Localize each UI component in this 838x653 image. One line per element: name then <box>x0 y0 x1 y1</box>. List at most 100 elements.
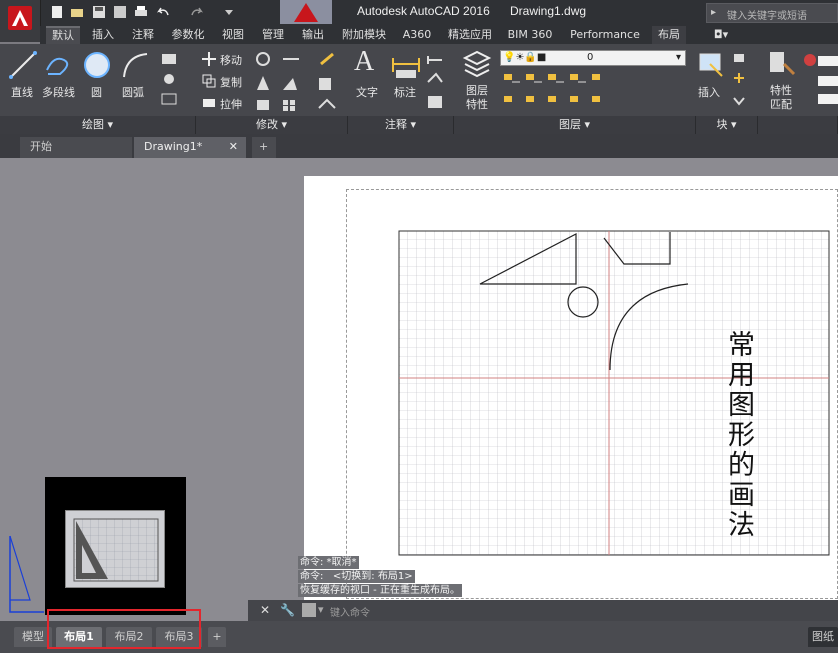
add-layout-button[interactable]: + <box>208 627 226 647</box>
tab-layout[interactable]: 布局 <box>652 26 686 44</box>
wrench-icon[interactable]: 🔧 <box>280 603 295 617</box>
tab-drawing1-label: Drawing1* <box>144 140 203 153</box>
search-placeholder: 键入关键字或短语 <box>727 11 807 22</box>
ribbon-panel: 直线 多段线 圆 圆弧 绘图 ▾ 移动 复制 拉伸 修改 ▾ A 文字 标注 注… <box>0 44 838 135</box>
tab-start[interactable]: 开始 <box>20 137 132 158</box>
copy-label[interactable]: 复制 <box>220 74 242 90</box>
command-prompt-icon[interactable] <box>302 603 316 617</box>
layer-properties-label-2: 特性 <box>466 98 488 111</box>
command-line[interactable]: ✕ 🔧 ▾ 键入命令 <box>248 600 838 622</box>
preview-sheet <box>65 510 165 588</box>
open-file-icon[interactable] <box>70 5 84 19</box>
match-properties-icon[interactable] <box>766 50 796 80</box>
new-file-icon[interactable] <box>50 5 64 19</box>
circle-label: 圆 <box>91 86 102 99</box>
tab-manage[interactable]: 管理 <box>258 26 288 44</box>
block-tools-icon[interactable] <box>732 52 748 108</box>
new-tab-button[interactable]: + <box>252 137 276 158</box>
modify-panel-title[interactable]: 修改 ▾ <box>196 116 348 134</box>
command-history-line: 恢复缓存的视口 - 正在重生成布局。 <box>298 584 462 597</box>
match-label-2: 匹配 <box>770 98 792 111</box>
highlight-box <box>47 609 201 649</box>
tab-bim360[interactable]: BIM 360 <box>504 26 556 44</box>
property-swatches-icon[interactable] <box>800 50 838 110</box>
plot-icon[interactable] <box>134 5 148 19</box>
vertical-title-text: 常用图形的画法 <box>723 330 754 540</box>
viewport-grid[interactable] <box>398 230 830 556</box>
modify-tools-icon[interactable] <box>255 52 345 112</box>
dimension-icon[interactable] <box>390 52 422 80</box>
text-label: 文字 <box>356 86 378 99</box>
ucs-icon <box>9 535 44 613</box>
tab-insert[interactable]: 插入 <box>88 26 118 44</box>
ribbon-minimize-icon[interactable]: ◘▾ <box>706 26 736 44</box>
tab-featured-apps[interactable]: 精选应用 <box>444 26 496 44</box>
command-history-line: 命令: <切换到: 布局1> <box>298 570 415 583</box>
close-icon[interactable]: ✕ <box>229 137 238 157</box>
layers-panel-title-text: 图层 <box>558 118 581 131</box>
application-menu-button[interactable] <box>0 0 41 42</box>
stretch-icon[interactable] <box>202 96 216 110</box>
chevron-down-icon: ▾ <box>675 52 681 63</box>
text-icon[interactable]: A <box>354 46 374 78</box>
save-icon[interactable] <box>92 5 106 19</box>
autocad-logo-icon <box>8 6 32 30</box>
arc-label: 圆弧 <box>122 86 144 99</box>
tab-addins[interactable]: 附加模块 <box>338 26 390 44</box>
paper-space-toggle[interactable]: 图纸 <box>808 627 838 647</box>
tab-annotate[interactable]: 注释 <box>128 26 158 44</box>
command-history-line: 命令: *取消* <box>298 556 359 569</box>
customize-qat-icon[interactable] <box>222 5 236 19</box>
insert-block-icon[interactable] <box>696 50 726 80</box>
tab-view[interactable]: 视图 <box>218 26 248 44</box>
tab-default[interactable]: 默认 <box>46 26 80 44</box>
layer-properties-icon[interactable] <box>462 50 492 80</box>
modify-panel-title-text: 修改 <box>255 118 278 131</box>
stretch-label[interactable]: 拉伸 <box>220 96 242 112</box>
dimension-label: 标注 <box>394 86 416 99</box>
draw-panel-title[interactable]: 绘图 ▾ <box>0 116 196 134</box>
match-label-1: 特性 <box>770 84 792 97</box>
command-input[interactable]: 键入命令 <box>330 604 370 619</box>
copy-icon[interactable] <box>202 74 216 88</box>
draw-panel-title-text: 绘图 <box>81 118 104 131</box>
save-as-icon[interactable] <box>113 5 127 19</box>
annotation-panel-title[interactable]: 注释 ▾ <box>348 116 454 134</box>
tab-drawing1[interactable]: Drawing1* ✕ <box>134 137 246 158</box>
tab-output[interactable]: 输出 <box>298 26 328 44</box>
annotation-small-tools-icon[interactable] <box>426 52 446 112</box>
polyline-icon[interactable] <box>44 50 74 80</box>
app-title: Autodesk AutoCAD 2016 <box>357 4 490 18</box>
block-panel-title-text: 块 <box>716 118 728 131</box>
properties-panel-title[interactable] <box>758 116 838 134</box>
tab-performance[interactable]: Performance <box>562 26 648 44</box>
redo-icon[interactable] <box>190 5 204 19</box>
block-panel-title[interactable]: 块 ▾ <box>696 116 758 134</box>
undo-icon[interactable] <box>156 5 170 19</box>
insert-label: 插入 <box>698 86 720 99</box>
line-icon[interactable] <box>8 50 38 80</box>
layer-tools-icon[interactable] <box>502 72 612 112</box>
tab-parametric[interactable]: 参数化 <box>168 26 208 44</box>
layer-properties-label: 图层 特性 <box>466 84 488 112</box>
move-icon[interactable] <box>202 52 216 66</box>
circle-icon[interactable] <box>82 50 112 80</box>
layer-state-icons: 💡☀🔒■ <box>503 52 547 63</box>
layer-dropdown[interactable]: 💡☀🔒■ 0 ▾ <box>500 50 686 66</box>
file-title: Drawing1.dwg <box>510 4 587 18</box>
arc-icon[interactable] <box>120 50 150 80</box>
file-tab-bar: 开始 Drawing1* ✕ + <box>0 134 838 158</box>
layout-preview-thumbnail[interactable] <box>45 477 186 615</box>
close-command-icon[interactable]: ✕ <box>260 603 270 617</box>
polyline-label: 多段线 <box>42 86 75 99</box>
search-input[interactable]: ▸ 键入关键字或短语 <box>706 3 838 23</box>
draw-small-tools-icon[interactable] <box>160 52 182 112</box>
current-layer-name: 0 <box>587 52 594 63</box>
tab-a360[interactable]: A360 <box>400 26 434 44</box>
annotation-panel-title-text: 注释 <box>384 118 407 131</box>
chevron-down-icon[interactable]: ▾ <box>318 603 324 616</box>
move-label[interactable]: 移动 <box>220 52 242 68</box>
layers-panel-title[interactable]: 图层 ▾ <box>454 116 696 134</box>
drawing-thumbnail-icon <box>280 0 332 24</box>
ribbon-tab-bar: 默认 插入 注释 参数化 视图 管理 输出 附加模块 A360 精选应用 BIM… <box>40 26 838 44</box>
